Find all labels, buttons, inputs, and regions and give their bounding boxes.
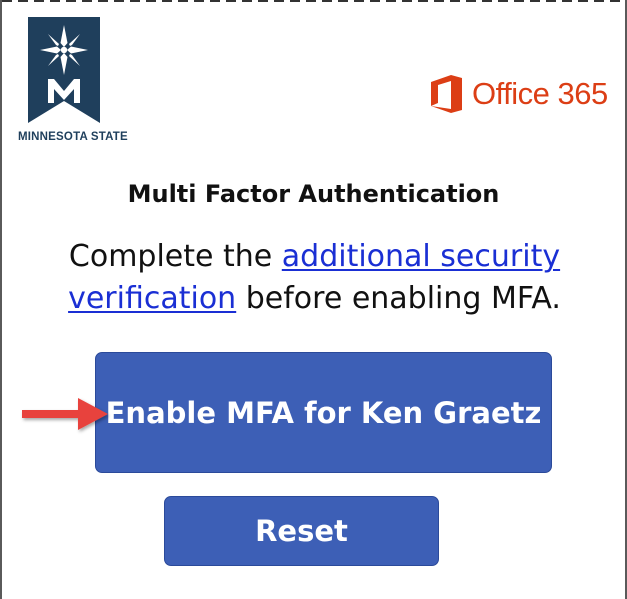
page-title: Multi Factor Authentication: [127, 180, 500, 208]
enable-mfa-label: Enable MFA for Ken Graetz: [105, 395, 542, 430]
instruction-text: Complete the additional security verific…: [42, 236, 587, 320]
arrow-right-icon: [20, 392, 114, 436]
minnesota-state-logo: MINNESOTA STATE: [18, 15, 138, 150]
office-icon: [431, 75, 462, 113]
logo-brand-text: MINNESOTA STATE: [18, 131, 128, 143]
office-365-text: Office 365: [472, 76, 608, 111]
reset-label: Reset: [255, 514, 348, 548]
top-border: [2, 0, 625, 2]
instruction-prefix: Complete the: [68, 239, 282, 274]
office-365-logo: Office 365: [430, 72, 608, 116]
reset-button[interactable]: Reset: [164, 496, 439, 566]
instruction-suffix: before enabling MFA.: [236, 281, 561, 316]
minnesota-state-emblem-icon: [28, 17, 100, 123]
app-screen: MINNESOTA STATE Office 365 Multi Factor …: [0, 0, 627, 599]
enable-mfa-button[interactable]: Enable MFA for Ken Graetz: [95, 352, 552, 473]
